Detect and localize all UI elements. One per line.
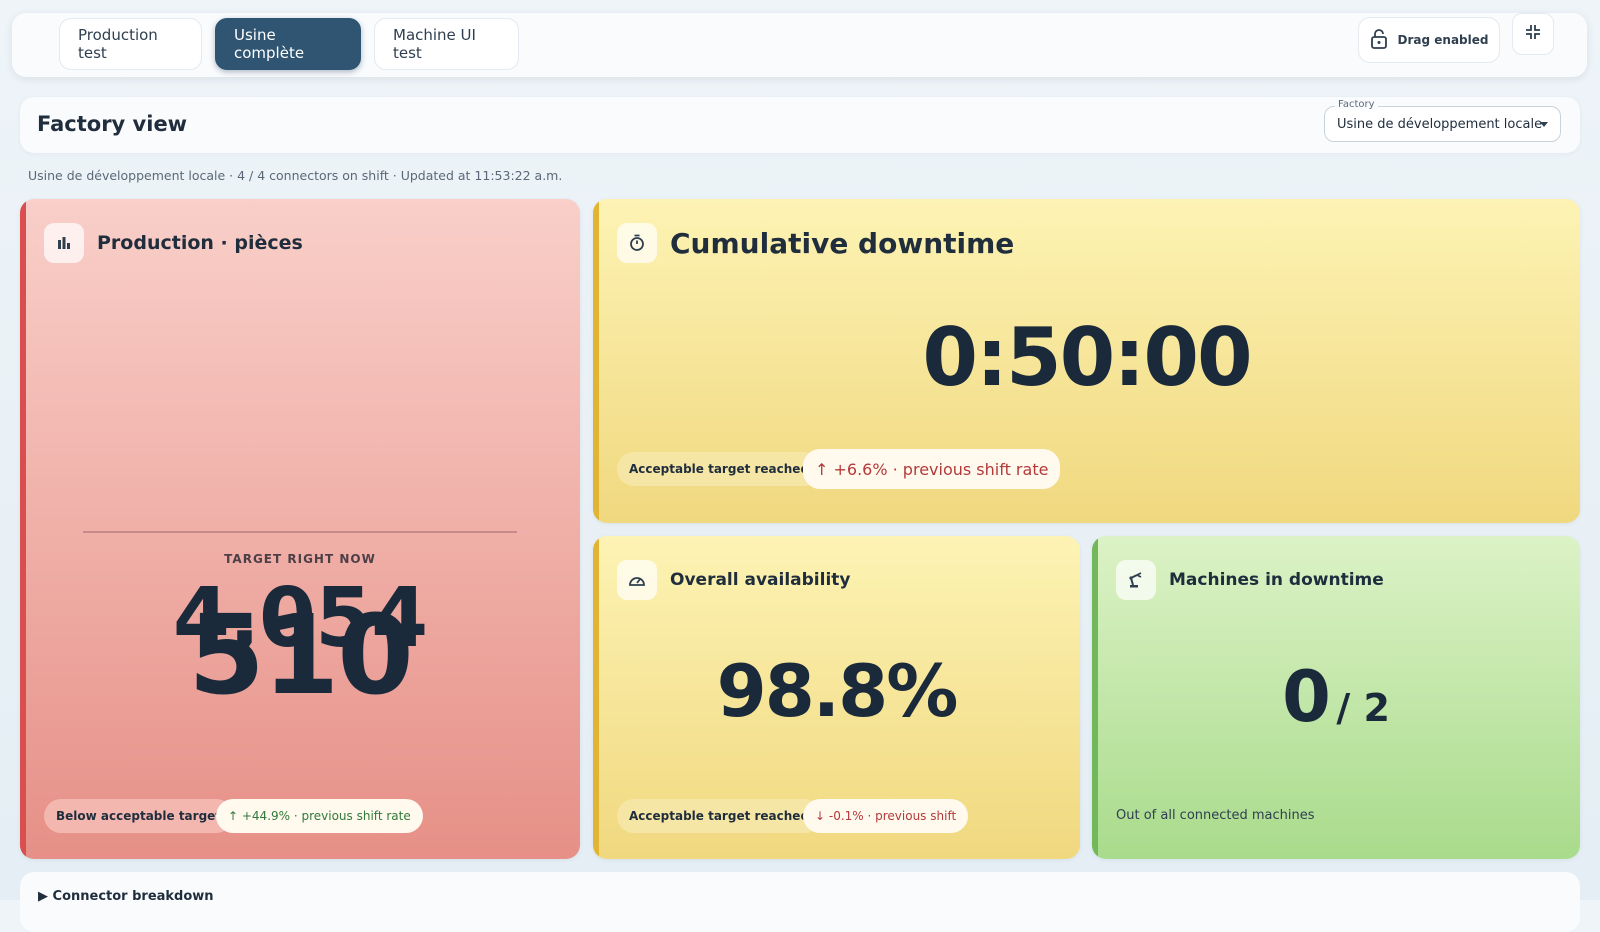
drag-toggle-button[interactable]: Drag enabled bbox=[1358, 17, 1500, 63]
trend-badge: ↑ +44.9% · previous shift rate bbox=[216, 799, 423, 833]
target-label: TARGET RIGHT NOW bbox=[224, 552, 376, 566]
factory-select[interactable]: Usine de développement locale bbox=[1324, 106, 1561, 142]
tab-production-test[interactable]: Production test bbox=[59, 18, 202, 70]
bar-chart-icon bbox=[44, 223, 84, 263]
factory-select-label: Factory bbox=[1335, 99, 1378, 110]
page-title: Factory view bbox=[37, 112, 188, 136]
tab-usine-complete[interactable]: Usine complète bbox=[215, 18, 361, 70]
downtime-value: 0:50:00 bbox=[922, 311, 1252, 404]
tab-label: Usine complète bbox=[234, 26, 305, 62]
workspace-tab-bar: Production test Usine complète Machine U… bbox=[12, 13, 1587, 77]
collapse-button[interactable] bbox=[1512, 13, 1554, 55]
card-accent bbox=[20, 199, 26, 859]
status-badge: Acceptable target reached bbox=[617, 452, 822, 486]
gauge-icon bbox=[617, 560, 657, 600]
card-title: Machines in downtime bbox=[1169, 570, 1384, 590]
card-title: Cumulative downtime bbox=[670, 226, 1015, 260]
divider bbox=[83, 531, 517, 533]
availability-card: Overall availability 98.8% Acceptable ta… bbox=[593, 536, 1080, 859]
robot-arm-icon bbox=[1116, 560, 1156, 600]
production-card: Production · pièces 510 TARGET RIGHT NOW… bbox=[20, 199, 580, 859]
card-title: Production · pièces bbox=[97, 232, 303, 254]
connector-breakdown-toggle[interactable]: ▶ Connector breakdown bbox=[38, 889, 214, 904]
machines-value-group: 0 / 2 bbox=[1092, 656, 1580, 738]
connector-breakdown-panel[interactable]: ▶ Connector breakdown bbox=[20, 872, 1580, 932]
availability-value: 98.8% bbox=[716, 649, 959, 733]
trend-badge: ↓ -0.1% · previous shift bbox=[803, 799, 969, 833]
trend-badge: ↑ +6.6% · previous shift rate bbox=[803, 449, 1061, 489]
machines-card: Machines in downtime 0 / 2 Out of all co… bbox=[1092, 536, 1580, 859]
lock-open-icon bbox=[1370, 28, 1388, 52]
chevron-down-icon bbox=[1540, 122, 1548, 127]
status-line: Usine de développement locale · 4 / 4 co… bbox=[28, 168, 563, 183]
status-badge: Acceptable target reached bbox=[617, 799, 822, 833]
machines-caption: Out of all connected machines bbox=[1116, 808, 1315, 823]
collapse-icon bbox=[1525, 24, 1541, 44]
drag-label: Drag enabled bbox=[1397, 33, 1489, 47]
target-value: 4,054 bbox=[172, 571, 428, 666]
machines-down-value: 0 bbox=[1282, 656, 1331, 738]
tab-label: Machine UI test bbox=[393, 26, 476, 62]
card-title: Overall availability bbox=[670, 570, 851, 590]
downtime-card: Cumulative downtime 0:50:00 Acceptable t… bbox=[593, 199, 1580, 523]
page-header: Factory view Usine de développement loca… bbox=[20, 97, 1580, 153]
tab-label: Production test bbox=[78, 26, 158, 62]
tab-machine-ui-test[interactable]: Machine UI test bbox=[374, 18, 519, 70]
factory-select-value: Usine de développement locale bbox=[1337, 116, 1543, 132]
machines-total: / 2 bbox=[1336, 686, 1390, 730]
status-badge: Below acceptable target bbox=[44, 799, 234, 833]
stopwatch-icon bbox=[617, 223, 657, 263]
